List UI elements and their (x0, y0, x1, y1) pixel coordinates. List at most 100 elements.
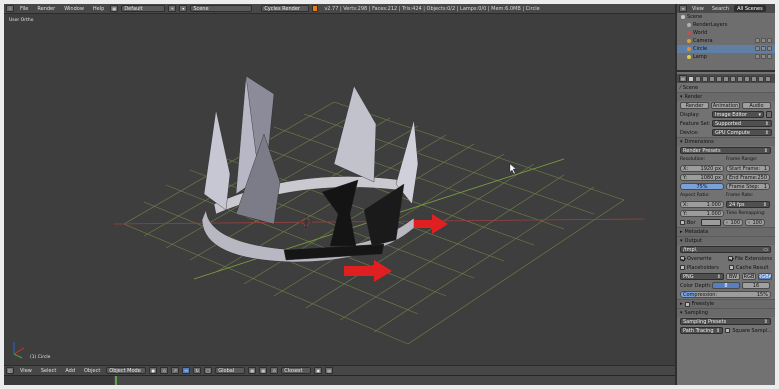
timeline[interactable] (4, 375, 675, 385)
scene-tab-icon[interactable] (702, 75, 708, 82)
visibility-toggles[interactable] (755, 54, 772, 59)
outliner-item-circle[interactable]: Circle (677, 45, 775, 53)
rotate-icon[interactable]: ↻ (193, 367, 202, 374)
crop-toggle[interactable] (701, 219, 721, 226)
audio-button[interactable]: Audio (742, 102, 771, 109)
modifiers-tab-icon[interactable] (730, 75, 736, 82)
square-samples-checkbox[interactable] (725, 328, 731, 333)
menu-object[interactable]: Object (81, 368, 103, 374)
resolution-y-field[interactable]: Y: 1080 px (680, 174, 724, 181)
time-remap-new-field[interactable]: ‹ 100 (745, 219, 765, 226)
file-format-selector[interactable]: PNG ⇕ (680, 273, 724, 280)
layers-icon[interactable]: ▦ (248, 367, 257, 374)
manipulator-icon[interactable]: ↗ (171, 367, 180, 374)
render-tab-icon[interactable] (688, 75, 694, 82)
shading-icon[interactable]: ● (149, 367, 158, 374)
menu-file[interactable]: File (17, 6, 31, 12)
visibility-toggles[interactable] (755, 46, 772, 51)
menu-select[interactable]: Select (38, 368, 59, 374)
depth-8-button[interactable]: 8 (712, 282, 740, 289)
scale-icon[interactable]: ▢ (204, 367, 213, 374)
resolution-x-field[interactable]: X: 1920 px (680, 165, 724, 172)
editor-type-icon[interactable]: i (6, 5, 14, 12)
scene-icon[interactable]: ▾ (179, 5, 188, 12)
data-tab-icon[interactable] (737, 75, 743, 82)
placeholders-checkbox[interactable] (680, 265, 685, 270)
output-panel-header[interactable]: ▾ Output (677, 236, 775, 245)
start-frame-field[interactable]: Start Frame: 1 (726, 165, 770, 172)
layout-icon[interactable]: ▦ (110, 5, 119, 12)
mode-selector[interactable]: Object Mode (106, 367, 147, 374)
aspect-x-field[interactable]: X: 1.000 (680, 201, 724, 208)
sampling-presets-selector[interactable]: Sampling Presets ⇕ (680, 318, 771, 325)
freestyle-panel-header[interactable]: ▸ Freestyle (677, 299, 775, 308)
border-checkbox[interactable] (680, 220, 685, 225)
outliner-item-world[interactable]: World (677, 29, 775, 37)
aspect-y-field[interactable]: Y: 1.000 (680, 210, 724, 217)
camera-render-icon[interactable]: ▤ (325, 367, 334, 374)
constraints-tab-icon[interactable] (723, 75, 729, 82)
layers-tab-icon[interactable] (695, 75, 701, 82)
outliner-tab-all-scenes[interactable]: All Scenes (734, 5, 766, 12)
outliner-item-renderlayers[interactable]: RenderLayers (677, 21, 775, 29)
snap-target-selector[interactable]: Closest (281, 367, 312, 374)
outliner-tab-search[interactable]: Search (709, 5, 732, 12)
end-frame-field[interactable]: End Frame: 250 (726, 174, 770, 181)
menu-render[interactable]: Render (34, 6, 58, 12)
feature-set-selector[interactable]: Supported ⇕ (712, 120, 772, 127)
resolution-percentage-slider[interactable]: 75% (680, 183, 724, 190)
render-presets-selector[interactable]: Render Presets ⇕ (680, 147, 771, 154)
layers2-icon[interactable]: ▦ (259, 367, 268, 374)
physics-tab-icon[interactable] (765, 75, 771, 82)
layout-add-icon[interactable]: + (168, 5, 177, 12)
output-path-field[interactable]: /tmp\ ▭ (680, 246, 771, 253)
file-extensions-checkbox[interactable] (727, 256, 733, 261)
device-selector[interactable]: GPU Compute ⇕ (712, 129, 772, 136)
magnet-icon[interactable]: ∩ (270, 367, 279, 374)
render-icon[interactable]: ▣ (314, 367, 323, 374)
material-tab-icon[interactable] (744, 75, 750, 82)
menu-window[interactable]: Window (61, 6, 87, 12)
freestyle-checkbox[interactable] (684, 301, 690, 307)
sampling-panel-header[interactable]: ▾ Sampling (677, 308, 775, 317)
frame-rate-selector[interactable]: 24 fps ⇕ (726, 201, 770, 208)
pivot-icon[interactable]: ◇ (160, 367, 169, 374)
animation-button[interactable]: Animation (711, 102, 740, 109)
color-rgba-button[interactable]: RGBA (758, 273, 772, 280)
visibility-toggles[interactable] (755, 38, 772, 43)
layout-selector[interactable]: Default (121, 5, 166, 12)
pin-icon[interactable]: ⁄ (680, 85, 681, 91)
compression-slider[interactable]: Compression: 15% (680, 291, 771, 298)
color-bw-button[interactable]: BW (726, 273, 740, 280)
display-selector[interactable]: Image Editor ▾ (712, 111, 764, 118)
depth-16-button[interactable]: 16 (742, 282, 770, 289)
outliner-tab-view[interactable]: View (689, 5, 707, 12)
cache-result-checkbox[interactable] (729, 265, 734, 270)
lock-interface-icon[interactable] (766, 111, 772, 118)
dimensions-panel-header[interactable]: ▾ Dimensions (677, 137, 775, 146)
outliner-item-scene[interactable]: Scene (677, 13, 775, 21)
menu-help[interactable]: Help (90, 6, 107, 12)
time-remap-old-field[interactable]: ‹ 100 (723, 219, 743, 226)
editor-type-icon[interactable]: ◫ (6, 367, 14, 374)
menu-add[interactable]: Add (62, 368, 78, 374)
menu-view[interactable]: View (17, 368, 35, 374)
render-button[interactable]: Render (680, 102, 709, 109)
render-engine-selector[interactable]: Cycles Render (261, 5, 310, 12)
color-rgb-button[interactable]: RGB (742, 273, 756, 280)
outliner-type-icon[interactable]: ≡ (679, 5, 687, 12)
integrator-selector[interactable]: Path Tracing ⇕ (680, 327, 724, 334)
outliner-item-lamp[interactable]: Lamp (677, 53, 775, 61)
scene-selector[interactable]: Scene (190, 5, 253, 12)
object-tab-icon[interactable] (716, 75, 722, 82)
metadata-panel-header[interactable]: ▸ Metadata (677, 227, 775, 236)
frame-step-field[interactable]: Frame Step: 1 (726, 183, 770, 190)
properties-type-icon[interactable]: ▤ (679, 75, 687, 82)
texture-tab-icon[interactable] (751, 75, 757, 82)
overwrite-checkbox[interactable] (680, 256, 685, 261)
particles-tab-icon[interactable] (758, 75, 764, 82)
orientation-selector[interactable]: Global (215, 367, 246, 374)
3d-viewport[interactable]: User Ortho (1) Circle (4, 14, 675, 365)
render-panel-header[interactable]: ▾ Render (677, 92, 775, 101)
outliner-item-camera[interactable]: Camera (677, 37, 775, 45)
